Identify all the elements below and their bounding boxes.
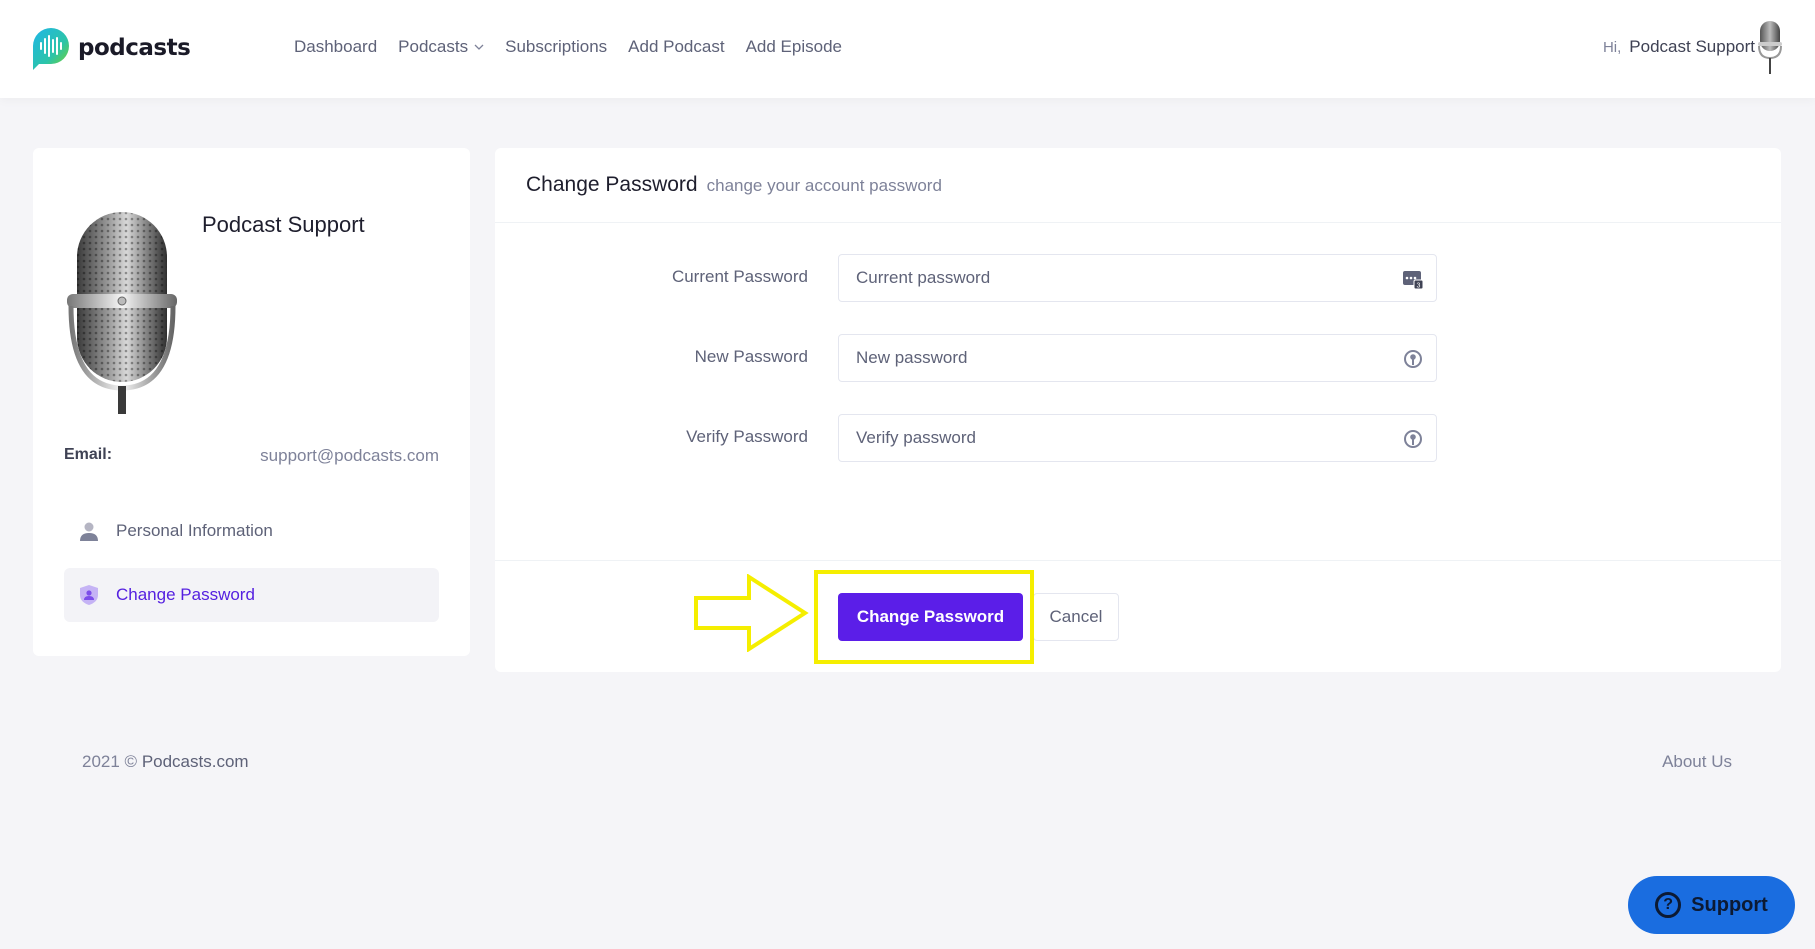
- about-us-link[interactable]: About Us: [1662, 752, 1732, 772]
- profile-name: Podcast Support: [202, 212, 365, 237]
- card-footer: Change Password Cancel: [495, 560, 1781, 672]
- nav-add-podcast[interactable]: Add Podcast: [628, 37, 724, 57]
- chevron-down-icon: [474, 44, 484, 50]
- support-button[interactable]: ? Support: [1628, 876, 1795, 934]
- footer-brand: Podcasts.com: [141, 752, 249, 771]
- highlight-box: [814, 570, 1034, 664]
- card-subtitle: change your account password: [706, 176, 942, 195]
- footer-copyright: 2021 © Podcasts.com: [82, 752, 249, 772]
- form-row-verify-password: Verify Password: [495, 414, 1781, 462]
- logo-icon: [33, 28, 69, 70]
- verify-password-field-wrap: [838, 414, 1437, 462]
- sidebar-item-label: Change Password: [116, 585, 255, 604]
- new-password-label: New Password: [694, 347, 808, 366]
- nav-add-episode[interactable]: Add Episode: [746, 37, 842, 57]
- nav-podcasts[interactable]: Podcasts: [398, 37, 484, 57]
- form-row-current-password: Current Password 3: [495, 254, 1781, 302]
- current-password-input[interactable]: [839, 255, 1379, 301]
- support-label: Support: [1691, 893, 1768, 916]
- user-icon: [80, 522, 98, 541]
- sidebar-item-personal-information[interactable]: Personal Information: [64, 504, 439, 558]
- card-title: Change Password: [526, 173, 698, 196]
- nav-label: Dashboard: [294, 37, 378, 56]
- password-manager-icon[interactable]: 3: [1402, 268, 1424, 290]
- arrow-right-icon: [694, 574, 809, 652]
- logo[interactable]: podcasts: [31, 26, 191, 70]
- key-lock-icon[interactable]: [1402, 428, 1424, 450]
- nav-label: Add Podcast: [628, 37, 725, 56]
- nav-label: Podcasts: [398, 37, 469, 56]
- microphone-avatar: [67, 212, 177, 414]
- profile-card: Podcast Support Email: support@podcasts.…: [33, 148, 470, 656]
- nav-dashboard[interactable]: Dashboard: [294, 37, 377, 57]
- logo-text: podcasts: [78, 35, 191, 61]
- shield-user-icon: [80, 585, 98, 605]
- avatar[interactable]: [1755, 20, 1785, 76]
- top-header: podcasts Dashboard Podcasts Subscription…: [0, 0, 1815, 98]
- greeting-text: Hi,: [1602, 39, 1622, 56]
- question-icon: ?: [1655, 892, 1682, 918]
- verify-password-label: Verify Password: [686, 427, 808, 446]
- current-password-field-wrap: 3: [838, 254, 1437, 302]
- cancel-button[interactable]: Cancel: [1033, 593, 1119, 641]
- user-name: Podcast Support: [1629, 37, 1755, 56]
- new-password-input[interactable]: [839, 335, 1379, 381]
- new-password-field-wrap: [838, 334, 1437, 382]
- main-nav: Dashboard Podcasts Subscriptions Add Pod…: [294, 37, 863, 57]
- svg-text:3: 3: [1417, 283, 1421, 290]
- nav-label: Subscriptions: [505, 37, 608, 56]
- user-greeting[interactable]: Hi, Podcast Support: [1603, 37, 1755, 57]
- card-header: Change Password change your account pass…: [495, 148, 1781, 223]
- email-label: Email:: [64, 446, 113, 463]
- current-password-label: Current Password: [671, 267, 808, 286]
- verify-password-input[interactable]: [839, 415, 1379, 461]
- sidebar-item-label: Personal Information: [116, 521, 273, 540]
- email-value: support@podcasts.com: [260, 446, 439, 465]
- change-password-card: Change Password change your account pass…: [495, 148, 1781, 672]
- form-row-new-password: New Password: [495, 334, 1781, 382]
- nav-subscriptions[interactable]: Subscriptions: [505, 37, 607, 57]
- copyright-year: 2021 ©: [82, 752, 138, 771]
- key-lock-icon[interactable]: [1402, 348, 1424, 370]
- sidebar-item-change-password[interactable]: Change Password: [64, 568, 439, 622]
- nav-label: Add Episode: [745, 37, 842, 56]
